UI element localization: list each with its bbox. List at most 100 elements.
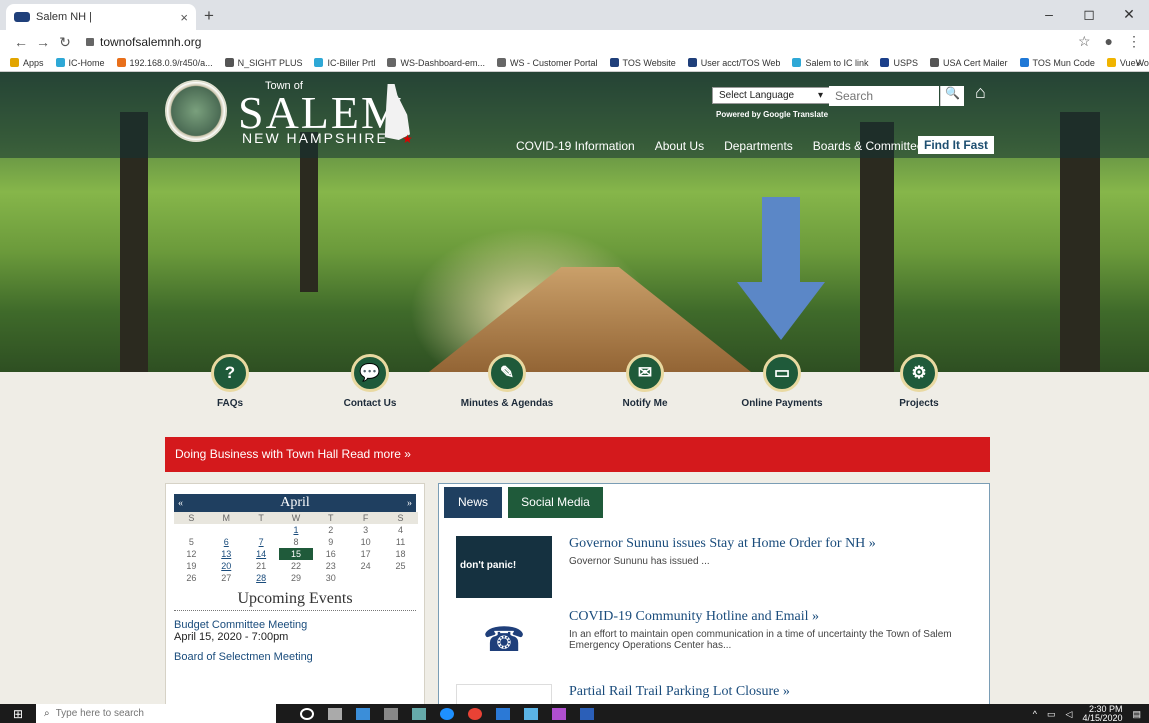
edge-icon[interactable]	[440, 707, 454, 720]
alert-banner[interactable]: Doing Business with Town Hall Read more …	[165, 437, 990, 472]
weekday-header: S	[383, 512, 418, 524]
windows-start-icon[interactable]: ⊞	[0, 707, 36, 721]
app-icon[interactable]	[552, 707, 566, 720]
calendar-day: 27	[221, 573, 232, 583]
calendar-day[interactable]: 14	[244, 548, 279, 560]
bookmark-item[interactable]: TOS Website	[609, 58, 676, 68]
news-title-link[interactable]: Partial Rail Trail Parking Lot Closure »	[569, 684, 969, 700]
app-icon[interactable]	[384, 707, 398, 720]
weekday-header: T	[313, 512, 349, 524]
nav-boards-committees[interactable]: Boards & Committees	[813, 136, 930, 156]
app-icon[interactable]	[524, 707, 538, 720]
quick-link-minutes-agendas[interactable]: ✎ Minutes & Agendas	[447, 354, 567, 409]
reload-icon[interactable]: ↻	[54, 34, 76, 51]
news-summary: Governor Sununu has issued ...	[569, 556, 710, 567]
clock[interactable]: 2:30 PM 4/15/2020	[1082, 705, 1122, 723]
word-icon[interactable]	[580, 707, 594, 720]
news-thumbnail[interactable]: don't panic!	[456, 536, 552, 598]
bookmark-item[interactable]: N_SIGHT PLUS	[224, 58, 302, 68]
quick-link-notify-me[interactable]: ✉ Notify Me	[585, 354, 705, 409]
taskbar-search-input[interactable]	[55, 708, 256, 719]
bookmark-item[interactable]: WS - Customer Portal	[497, 58, 598, 68]
calendar-day	[244, 524, 279, 536]
cortana-icon[interactable]	[300, 707, 314, 720]
quick-link-label: Projects	[899, 398, 939, 409]
notification-icon[interactable]: ▤	[1132, 709, 1141, 720]
bookmark-item[interactable]: VueWorks	[1106, 58, 1149, 68]
outlook-icon[interactable]	[496, 707, 510, 720]
tab-close-icon[interactable]: ×	[180, 10, 188, 25]
chrome-icon[interactable]	[468, 707, 482, 720]
bookmark-item[interactable]: 192.168.0.9/r450/a...	[116, 58, 213, 68]
menu-dots-icon[interactable]: ⋮	[1127, 33, 1141, 50]
town-seal-icon[interactable]	[165, 80, 227, 142]
bookmark-icon	[687, 58, 697, 67]
event-link[interactable]: Board of Selectmen Meeting	[174, 651, 416, 663]
calendar-day[interactable]: 7	[244, 536, 279, 548]
star-icon[interactable]: ☆	[1078, 33, 1091, 50]
back-arrow-icon[interactable]: ←	[10, 34, 32, 50]
news-title-link[interactable]: COVID-19 Community Hotline and Email »	[569, 609, 969, 625]
language-select[interactable]: Select Language ▾	[712, 87, 830, 104]
bookmark-icon	[387, 58, 397, 67]
quick-link-faqs[interactable]: ? FAQs	[170, 354, 290, 409]
bookmarks-more-icon[interactable]: »	[1136, 58, 1141, 68]
bookmark-item[interactable]: WS-Dashboard-em...	[387, 58, 485, 68]
upcoming-events-title: Upcoming Events	[174, 590, 416, 611]
bookmark-item[interactable]: User acct/TOS Web	[687, 58, 780, 68]
profile-icon[interactable]: ●	[1105, 33, 1113, 50]
quick-link-projects[interactable]: ⚙ Projects	[859, 354, 979, 409]
news-thumbnail[interactable]	[456, 684, 552, 704]
maximize-button[interactable]: ◻	[1069, 0, 1109, 30]
telephone-icon[interactable]: ☎	[456, 609, 552, 671]
browser-tab[interactable]: Salem NH | ×	[6, 4, 196, 30]
event-link[interactable]: Budget Committee Meeting	[174, 619, 416, 631]
calendar-next-button[interactable]: »	[407, 498, 412, 509]
envelope-icon: ✉	[626, 354, 664, 392]
volume-icon[interactable]: ◁	[1066, 709, 1073, 720]
nav-departments[interactable]: Departments	[724, 136, 793, 156]
home-icon[interactable]: ⌂	[975, 82, 995, 102]
quick-link-contact-us[interactable]: 💬 Contact Us	[310, 354, 430, 409]
tab-news[interactable]: News	[444, 487, 502, 518]
forward-arrow-icon[interactable]: →	[32, 34, 54, 50]
bookmark-item[interactable]: TOS Mun Code	[1019, 58, 1095, 68]
bookmark-item[interactable]: Apps	[10, 58, 44, 68]
bookmark-item[interactable]: USPS	[880, 58, 918, 68]
site-search-input[interactable]	[829, 86, 939, 106]
bookmark-item[interactable]: IC-Biller Prtl	[314, 58, 375, 68]
calendar-day[interactable]: 13	[209, 548, 244, 560]
tray-chevron-icon[interactable]: ^	[1033, 709, 1037, 719]
close-window-button[interactable]: ✕	[1109, 0, 1149, 30]
new-tab-button[interactable]: +	[204, 6, 214, 26]
find-it-fast-button[interactable]: Find It Fast	[918, 136, 994, 154]
taskbar-search[interactable]: ⌕	[36, 704, 276, 723]
laptop-icon: ▭	[763, 354, 801, 392]
file-explorer-icon[interactable]	[356, 707, 370, 720]
bookmark-icon	[929, 58, 939, 67]
calendar-day[interactable]: 20	[209, 560, 244, 572]
bookmark-item[interactable]: IC-Home	[55, 58, 105, 68]
tab-social-media[interactable]: Social Media	[508, 487, 603, 518]
calendar-day	[348, 572, 383, 584]
events-panel: « April » S M T W T F S 1 2 3 4 5 6 7 8 9 10 11 12 13 14 15 16…	[165, 483, 425, 704]
bookmark-item[interactable]: Salem to IC link	[792, 58, 868, 68]
calendar-day[interactable]: 28	[244, 572, 279, 584]
calendar-day: 8	[293, 537, 299, 547]
calendar-day[interactable]: 15	[278, 548, 314, 560]
network-icon[interactable]: ▭	[1047, 709, 1056, 720]
calendar-day: 5	[188, 537, 194, 547]
task-view-icon[interactable]	[328, 707, 342, 720]
nav-about-us[interactable]: About Us	[655, 136, 704, 156]
app-icon[interactable]	[412, 707, 426, 720]
calendar-day[interactable]: 1	[279, 524, 314, 536]
calendar-day[interactable]: 6	[209, 536, 244, 548]
search-icon[interactable]: 🔍	[940, 86, 964, 106]
quick-link-online-payments[interactable]: ▭ Online Payments	[722, 354, 842, 409]
news-title-link[interactable]: Governor Sununu issues Stay at Home Orde…	[569, 536, 969, 552]
minimize-button[interactable]: –	[1029, 0, 1069, 30]
bookmark-item[interactable]: USA Cert Mailer	[929, 58, 1008, 68]
url-field[interactable]: townofsalemnh.org	[86, 35, 201, 49]
calendar-day: 26	[186, 573, 197, 583]
nav-covid[interactable]: COVID-19 Information	[516, 136, 635, 156]
